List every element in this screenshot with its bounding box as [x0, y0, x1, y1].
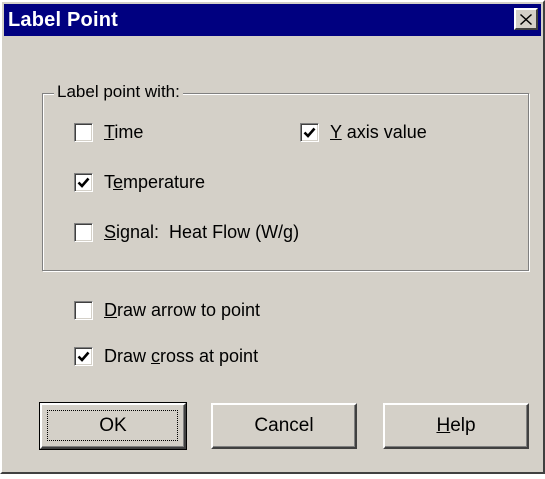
option-signal[interactable]: Signal: Heat Flow (W/g) — [74, 220, 299, 244]
ok-button[interactable]: OK — [39, 402, 187, 450]
cancel-button[interactable]: Cancel — [211, 403, 357, 449]
help-button[interactable]: Help — [383, 403, 529, 449]
option-draw-arrow[interactable]: Draw arrow to point — [74, 298, 260, 322]
temperature-checkbox[interactable] — [74, 172, 93, 192]
close-button[interactable] — [514, 8, 538, 30]
checkmark-icon — [77, 351, 90, 362]
temperature-label: Temperature — [104, 171, 206, 192]
signal-checkbox[interactable] — [74, 222, 93, 242]
focus-ring — [47, 410, 178, 441]
signal-label: Signal: Heat Flow (W/g) — [104, 221, 300, 242]
close-icon — [520, 13, 532, 25]
time-checkbox[interactable] — [74, 122, 93, 142]
draw-cross-label: Draw cross at point — [104, 345, 259, 366]
label-point-dialog: Label Point Label point with: Time Y axi… — [0, 0, 545, 474]
y-axis-value-checkbox[interactable] — [300, 122, 319, 142]
window-title: Label Point — [8, 9, 118, 31]
option-y-axis-value[interactable]: Y axis value — [300, 120, 427, 144]
checkmark-icon — [303, 127, 316, 138]
title-bar: Label Point — [4, 4, 541, 36]
draw-cross-checkbox[interactable] — [74, 346, 93, 366]
y-axis-value-label: Y axis value — [330, 121, 427, 142]
option-time[interactable]: Time — [74, 120, 143, 144]
time-label: Time — [104, 121, 144, 142]
draw-arrow-checkbox[interactable] — [74, 300, 93, 320]
checkmark-icon — [77, 177, 90, 188]
help-label: Help — [436, 415, 476, 436]
draw-arrow-label: Draw arrow to point — [104, 299, 261, 320]
option-draw-cross[interactable]: Draw cross at point — [74, 344, 258, 368]
cancel-label: Cancel — [254, 415, 314, 436]
group-legend: Label point with: — [54, 82, 183, 102]
option-temperature[interactable]: Temperature — [74, 170, 205, 194]
